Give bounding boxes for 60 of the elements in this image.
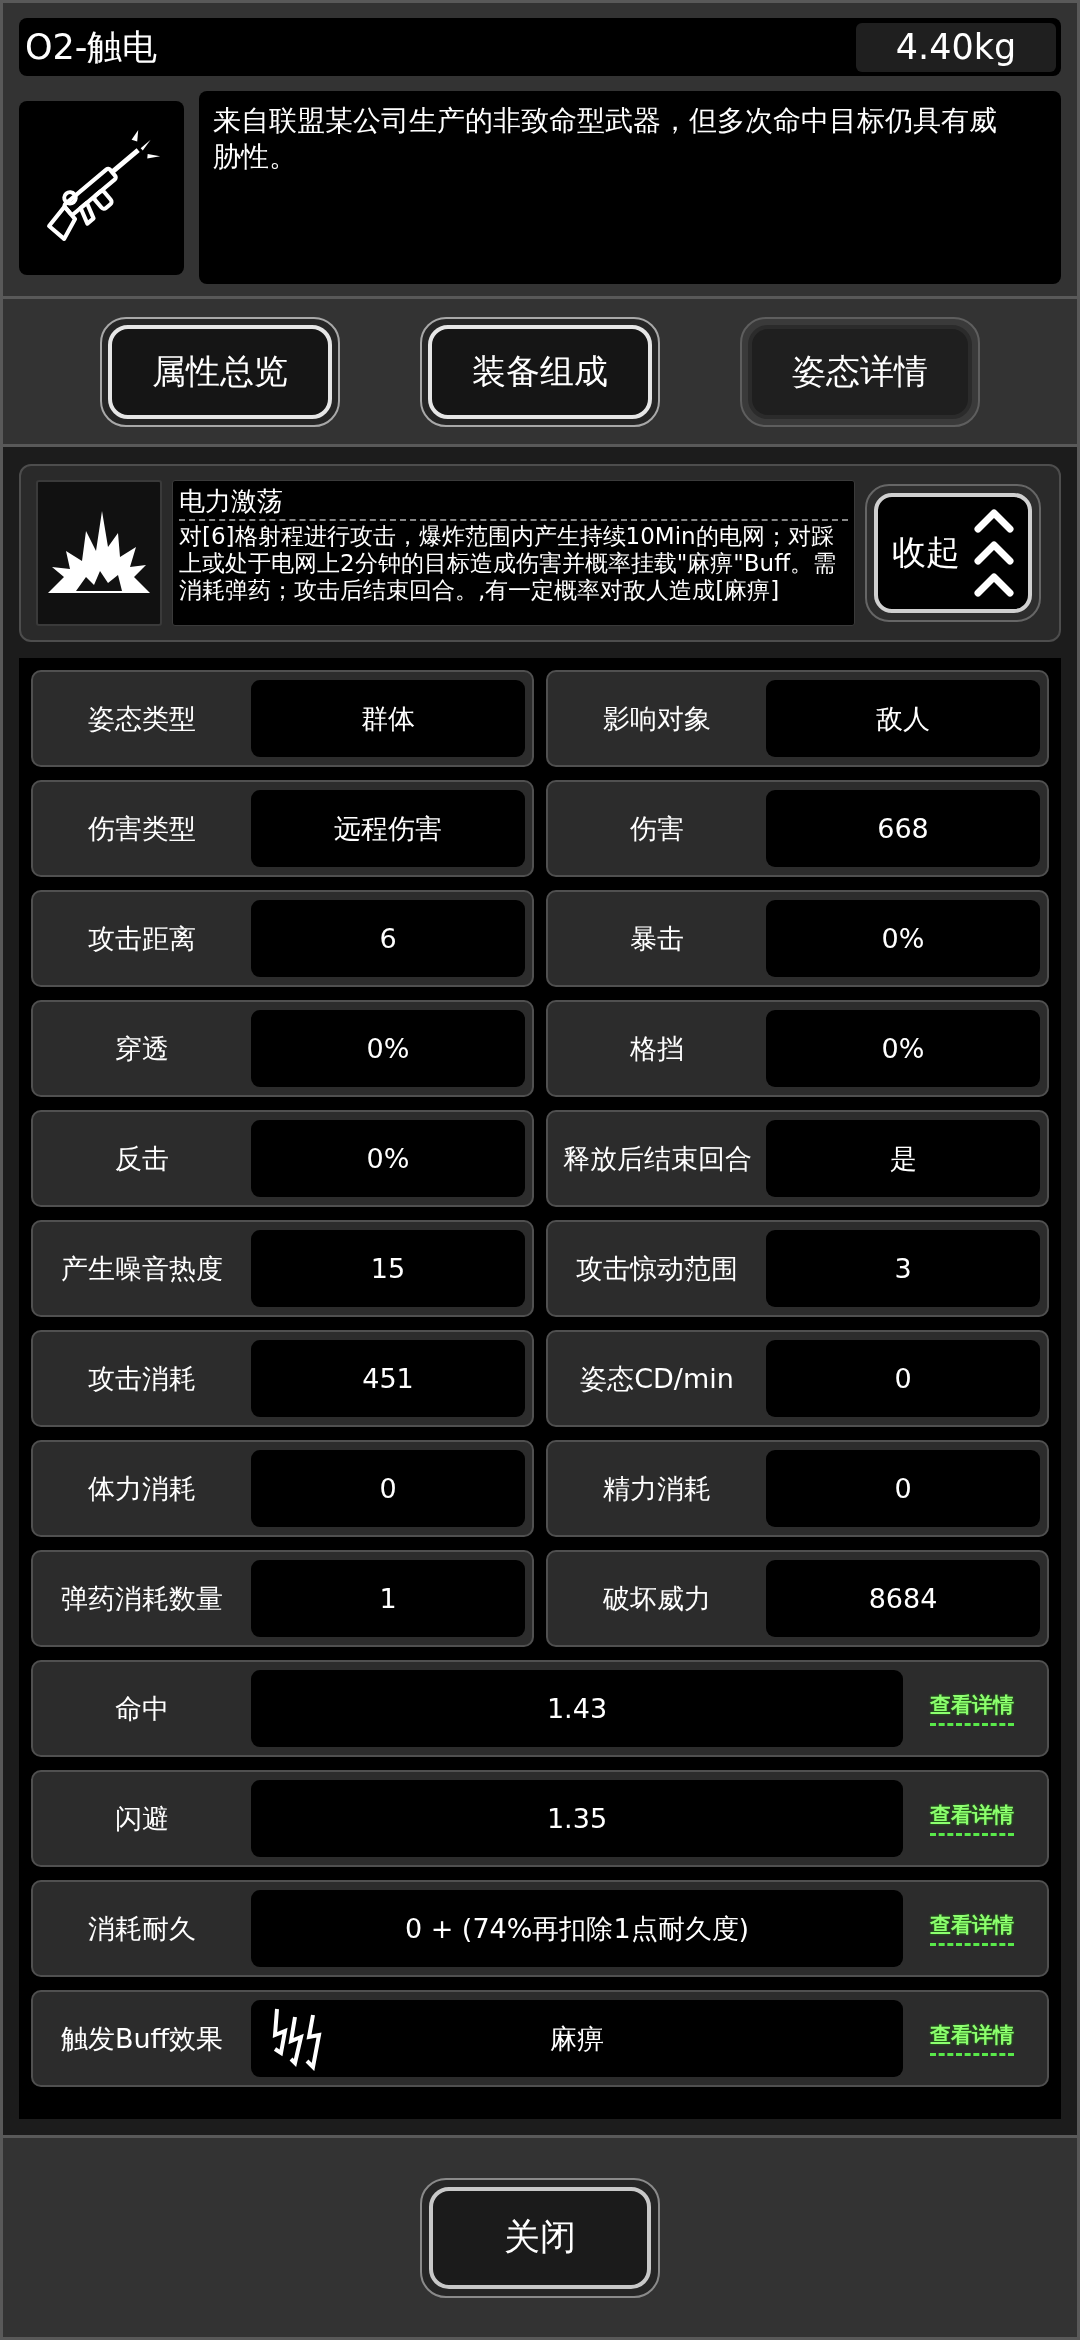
chevrons-up-icon bbox=[974, 507, 1014, 599]
stat-label: 攻击距离 bbox=[87, 921, 197, 956]
collapse-button[interactable]: 收起 bbox=[865, 484, 1041, 622]
explosion-icon bbox=[46, 511, 152, 595]
stat-label: 闪避 bbox=[114, 1801, 170, 1836]
stat-label: 产生噪音热度 bbox=[60, 1251, 224, 1286]
stat-value: 0 bbox=[251, 1450, 525, 1527]
stat-label: 伤害 bbox=[629, 811, 685, 846]
stat-value: 0% bbox=[766, 1010, 1040, 1087]
weight-label: 4.40kg bbox=[856, 22, 1056, 72]
stat-value: 451 bbox=[251, 1340, 525, 1417]
stat-value: 麻痹 bbox=[550, 2021, 604, 2056]
stat-value: 8684 bbox=[766, 1560, 1040, 1637]
stat-label: 攻击惊动范围 bbox=[575, 1251, 739, 1286]
details-link[interactable]: 查看详情 bbox=[929, 1801, 1014, 1836]
stat-label: 体力消耗 bbox=[87, 1471, 197, 1506]
stat-value: 群体 bbox=[251, 680, 525, 757]
item-description: 来自联盟某公司生产的非致命型武器，但多次命中目标仍具有威胁性。 bbox=[199, 91, 1061, 284]
skill-name: 电力激荡 bbox=[179, 484, 848, 521]
skill-description: 对[6]格射程进行攻击，爆炸范围内产生持续10Min的电网；对踩上或处于电网上2分钟的目标造成伤害并概率挂载"麻痹"Buff。需消耗弹药；攻击后结束回合。,有一定概率对敌人造成[麻痹] bbox=[179, 523, 837, 604]
stat-label: 姿态CD/min bbox=[579, 1361, 735, 1396]
stat-label: 精力消耗 bbox=[602, 1471, 712, 1506]
stat-label: 释放后结束回合 bbox=[561, 1141, 753, 1176]
stat-value: 0% bbox=[251, 1120, 525, 1197]
tab[interactable]: 姿态详情 bbox=[740, 316, 980, 427]
stat-value: 1.43 bbox=[251, 1670, 903, 1747]
tab[interactable]: 属性总览 bbox=[100, 316, 340, 427]
close-button[interactable]: 关闭 bbox=[420, 2177, 660, 2298]
item-name: O2-触电 bbox=[25, 25, 158, 69]
stat-value: 敌人 bbox=[766, 680, 1040, 757]
stat-value: 3 bbox=[766, 1230, 1040, 1307]
stat-label: 命中 bbox=[114, 1691, 170, 1726]
stat-label: 伤害类型 bbox=[87, 811, 197, 846]
stat-label: 消耗耐久 bbox=[87, 1911, 197, 1946]
stat-value: 6 bbox=[251, 900, 525, 977]
stat-value: 1 bbox=[251, 1560, 525, 1637]
stat-label: 暴击 bbox=[629, 921, 685, 956]
stat-value: 0% bbox=[251, 1010, 525, 1087]
stat-value: 0 bbox=[766, 1340, 1040, 1417]
details-link[interactable]: 查看详情 bbox=[929, 1691, 1014, 1726]
stat-label: 破坏威力 bbox=[602, 1581, 712, 1616]
stat-value: 1.35 bbox=[251, 1780, 903, 1857]
details-link[interactable]: 查看详情 bbox=[929, 2021, 1014, 2056]
stat-label: 弹药消耗数量 bbox=[60, 1581, 224, 1616]
stat-label: 反击 bbox=[114, 1141, 170, 1176]
stat-value: 是 bbox=[766, 1120, 1040, 1197]
stat-label: 触发Buff效果 bbox=[59, 2021, 225, 2056]
stat-label: 格挡 bbox=[629, 1031, 685, 1066]
stat-value: 668 bbox=[766, 790, 1040, 867]
stat-label: 穿透 bbox=[114, 1031, 170, 1066]
stat-value: 0 bbox=[766, 1450, 1040, 1527]
tab[interactable]: 装备组成 bbox=[420, 316, 660, 427]
stat-label: 攻击消耗 bbox=[87, 1361, 197, 1396]
stat-label: 姿态类型 bbox=[87, 701, 197, 736]
stat-value: 0 + (74%再扣除1点耐久度) bbox=[251, 1890, 903, 1967]
stat-value: 15 bbox=[251, 1230, 525, 1307]
stat-value: 0% bbox=[766, 900, 1040, 977]
stat-label: 影响对象 bbox=[602, 701, 712, 736]
stat-value: 远程伤害 bbox=[251, 790, 525, 867]
details-link[interactable]: 查看详情 bbox=[929, 1911, 1014, 1946]
